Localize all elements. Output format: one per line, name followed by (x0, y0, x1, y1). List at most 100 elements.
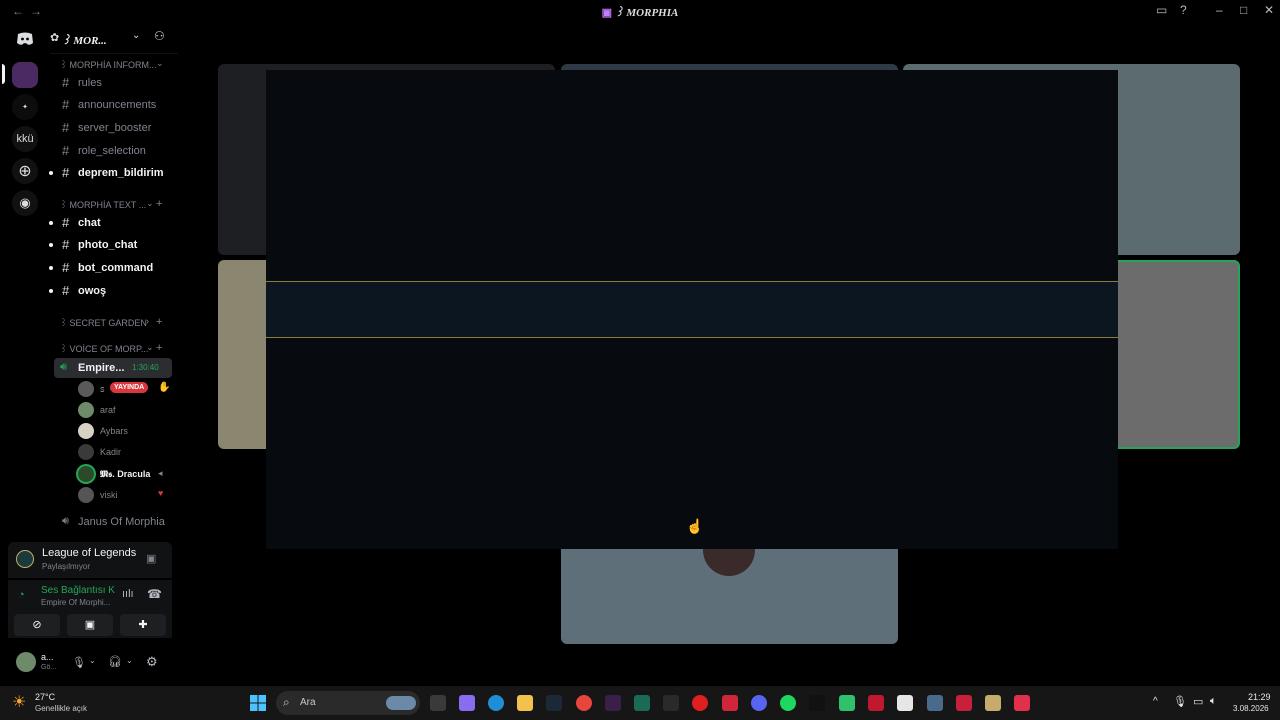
activities-button[interactable]: ✚ (120, 614, 166, 636)
channel-announcements[interactable]: # announcements (60, 95, 172, 115)
epic-games-icon[interactable] (663, 695, 679, 711)
category-secret-garden[interactable]: ꒱ SECRET GARDEN › + (60, 316, 162, 329)
clock-date[interactable]: 3.08.2026 (1233, 704, 1269, 713)
clock-time[interactable]: 21:29 (1248, 692, 1271, 702)
app-icon[interactable] (956, 695, 972, 711)
chevron-down-icon[interactable]: ⌄ (89, 656, 96, 665)
create-channel-icon[interactable]: + (156, 342, 162, 354)
league-icon (16, 550, 34, 568)
stream-game-icon[interactable]: ▣ (146, 552, 156, 565)
voice-timer: 1:30:40 (132, 363, 159, 372)
channel-bot-command[interactable]: # bot_command (49, 258, 172, 278)
valorant-icon[interactable] (868, 695, 884, 711)
app-icon[interactable] (605, 695, 621, 711)
category-morphia-text[interactable]: ꒱ MORPHİA TEXT ... ⌄ + (60, 198, 162, 211)
invite-icon[interactable]: ⚇ (154, 29, 165, 43)
copilot-icon[interactable] (459, 695, 475, 711)
noise-suppression-icon[interactable]: ıılı (122, 588, 134, 600)
discover-icon[interactable]: ◉ (12, 190, 38, 216)
channel-chat[interactable]: # chat (49, 213, 172, 233)
connection-status[interactable]: Ses Bağlantısı K (41, 585, 115, 596)
chevron-right-icon: › (146, 316, 149, 326)
channel-rules[interactable]: # rules (60, 73, 172, 93)
voice-actions: ⊘ ▣ ✚ (8, 612, 172, 638)
spotify-icon[interactable] (780, 695, 796, 711)
avatar[interactable] (16, 652, 36, 672)
discord-home-icon[interactable] (12, 26, 38, 52)
inbox-icon[interactable]: ▭ (1156, 3, 1167, 17)
headphones-icon[interactable]: 🎧︎ (108, 655, 122, 668)
voice-user[interactable]: ꜱ YAYINDA ✋ (78, 379, 170, 399)
category-morphia-info[interactable]: ꒱ MORPHİA INFORM... ⌄ (60, 58, 164, 71)
windows-start-icon[interactable] (250, 695, 266, 711)
create-channel-icon[interactable]: + (156, 198, 162, 210)
channel-role-selection[interactable]: # role_selection (60, 141, 172, 161)
chrome-icon[interactable] (576, 695, 592, 711)
chevron-down-icon: ⌄ (146, 198, 154, 208)
category-voice-of-morphia[interactable]: ꒱ VOİCE OF MORP... ⌄ + (60, 342, 162, 355)
search-highlight-icon (386, 696, 416, 710)
voice-user[interactable]: Aybars (78, 421, 170, 441)
settings-app-icon[interactable] (927, 695, 943, 711)
help-icon[interactable]: ? (1180, 3, 1187, 17)
youtube-icon[interactable] (692, 695, 708, 711)
chevron-up-icon[interactable]: ^ (1153, 696, 1158, 707)
server-header[interactable]: ✿ ꒱ MOR... ⌄ ⚇ (50, 22, 178, 54)
task-view-icon[interactable] (430, 695, 446, 711)
voice-user[interactable]: Kadir (78, 442, 170, 462)
app-icon[interactable] (722, 695, 738, 711)
stream-band (266, 281, 1118, 338)
file-explorer-icon[interactable] (517, 695, 533, 711)
channel-server-booster[interactable]: # server_booster (60, 118, 172, 138)
voice-user[interactable]: araf (78, 400, 170, 420)
weather-desc[interactable]: Genellikle açık (35, 704, 87, 713)
create-channel-icon[interactable]: + (156, 316, 162, 328)
capcut-icon[interactable] (897, 695, 913, 711)
voice-channel-janus[interactable]: 🔊︎ Janus Of Morphia (60, 512, 172, 532)
chevron-down-icon[interactable]: ⌄ (132, 30, 140, 41)
unread-indicator (49, 171, 53, 175)
voice-user[interactable]: 𝕸𝖘. Dracula ◂ (78, 464, 170, 484)
avatar (78, 423, 94, 439)
riot-client-icon[interactable] (1014, 695, 1030, 711)
close-icon[interactable]: ✕ (1264, 3, 1274, 17)
server-kku[interactable]: kkü (12, 126, 38, 152)
volume-icon[interactable]: 🔈︎ (1210, 695, 1217, 708)
signal-icon: ◔ (18, 589, 25, 601)
channel-owos[interactable]: # owoş (49, 281, 172, 301)
avatar (78, 466, 94, 482)
channel-photo-chat[interactable]: # photo_chat (49, 235, 172, 255)
network-icon[interactable]: ▭ (1193, 695, 1203, 708)
maximize-icon[interactable]: □ (1240, 3, 1247, 17)
voice-user[interactable]: viski ♥ (78, 485, 170, 505)
steam-icon[interactable] (546, 695, 562, 711)
weather-temp[interactable]: 27°C (35, 692, 55, 702)
chevron-down-icon: ⌄ (156, 58, 164, 68)
camera-off-button[interactable]: ⊘ (14, 614, 60, 636)
app-icon[interactable] (839, 695, 855, 711)
league-of-legends-icon[interactable] (985, 695, 1001, 711)
stream-overlay[interactable] (266, 70, 1118, 549)
hash-icon: # (62, 283, 70, 298)
add-server-icon[interactable]: ⊕ (12, 158, 38, 184)
server-2[interactable]: ✦ (12, 94, 38, 120)
channel-deprem-bildirim[interactable]: # deprem_bildirim (49, 163, 172, 183)
app-icon[interactable] (634, 695, 650, 711)
taskbar-search[interactable]: ⌕ Ara (276, 691, 420, 715)
gear-icon[interactable]: ⚙ (146, 654, 158, 670)
avatar (78, 444, 94, 460)
tiktok-icon[interactable] (809, 695, 825, 711)
minimize-icon[interactable]: – (1216, 3, 1223, 17)
microphone-icon[interactable]: 🎙︎ (1173, 695, 1187, 708)
channel-sidebar: ✿ ꒱ MOR... ⌄ ⚇ ꒱ MORPHİA INFORM... ⌄ # ru… (49, 22, 178, 538)
chevron-down-icon[interactable]: ⌄ (126, 656, 133, 665)
edge-icon[interactable] (488, 695, 504, 711)
server-morphia[interactable] (12, 62, 38, 88)
voice-channel-empire[interactable]: 🔊︎ Empire... 1:30:40 (54, 358, 172, 378)
screen-share-button[interactable]: ▣ (67, 614, 113, 636)
unread-indicator (49, 266, 53, 270)
discord-icon[interactable] (751, 695, 767, 711)
disconnect-icon[interactable]: ☎ (147, 587, 162, 601)
unread-indicator (49, 221, 53, 225)
microphone-icon[interactable]: 🎙︎ (72, 656, 86, 669)
